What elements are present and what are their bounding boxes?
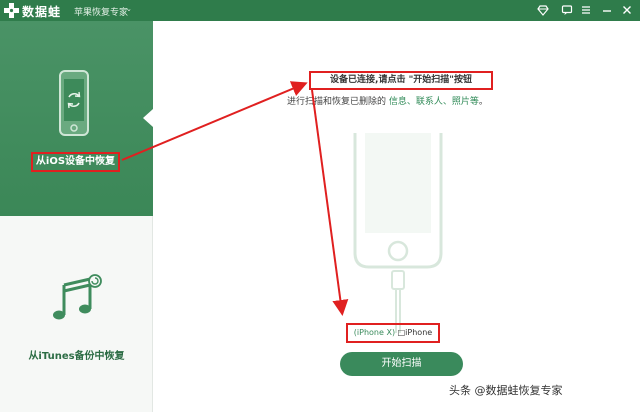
app-subtitle[interactable]: 苹果恢复专家 xyxy=(74,5,128,18)
scan-description-prefix: 进行扫描和恢复已删除的 xyxy=(287,97,389,107)
device-model: (iPhone X) xyxy=(353,328,396,337)
app-logo-text: 数据蛙 xyxy=(22,5,62,19)
scan-description-suffix: 。 xyxy=(478,97,488,107)
device-name-label: (iPhone X) □iPhone xyxy=(346,323,440,343)
sidebar-item-ios-recovery[interactable]: 从iOS设备中恢复 xyxy=(0,21,153,216)
diamond-icon[interactable] xyxy=(537,4,549,16)
sidebar-item-itunes-recovery[interactable]: 从iTunes备份中恢复 xyxy=(0,216,153,412)
sidebar: 从iOS设备中恢复 从iTunes备份中恢复 xyxy=(0,21,153,412)
iphone-illustration xyxy=(353,133,443,333)
scan-description-items: 信息、联系人、照片等 xyxy=(388,97,479,107)
feedback-icon[interactable] xyxy=(561,4,573,16)
menu-icon[interactable] xyxy=(580,4,592,16)
chevron-down-icon[interactable]: ⌄ xyxy=(126,5,132,13)
title-bar: 数据蛙 苹果恢复专家 ⌄ xyxy=(0,0,640,21)
music-restore-icon xyxy=(53,274,102,320)
watermark-text: 头条 @数据蛙恢复专家 xyxy=(447,382,565,398)
device-name: □iPhone xyxy=(397,328,433,337)
iphone-sync-icon xyxy=(59,70,89,136)
sidebar-item-label: 从iTunes备份中恢复 xyxy=(28,351,125,362)
start-scan-button[interactable]: 开始扫描 xyxy=(340,352,463,376)
close-icon[interactable] xyxy=(621,4,633,16)
active-pointer xyxy=(143,109,153,127)
minimize-icon[interactable] xyxy=(601,4,613,16)
sidebar-item-label: 从iOS设备中恢复 xyxy=(31,152,120,172)
main-panel: 设备已连接,请点击 "开始扫描"按钮 进行扫描和恢复已删除的 信息、联系人、照片… xyxy=(153,21,640,412)
connection-instruction: 设备已连接,请点击 "开始扫描"按钮 xyxy=(309,71,493,90)
logo-icon xyxy=(4,3,19,18)
scan-description: 进行扫描和恢复已删除的 信息、联系人、照片等。 xyxy=(287,94,488,107)
